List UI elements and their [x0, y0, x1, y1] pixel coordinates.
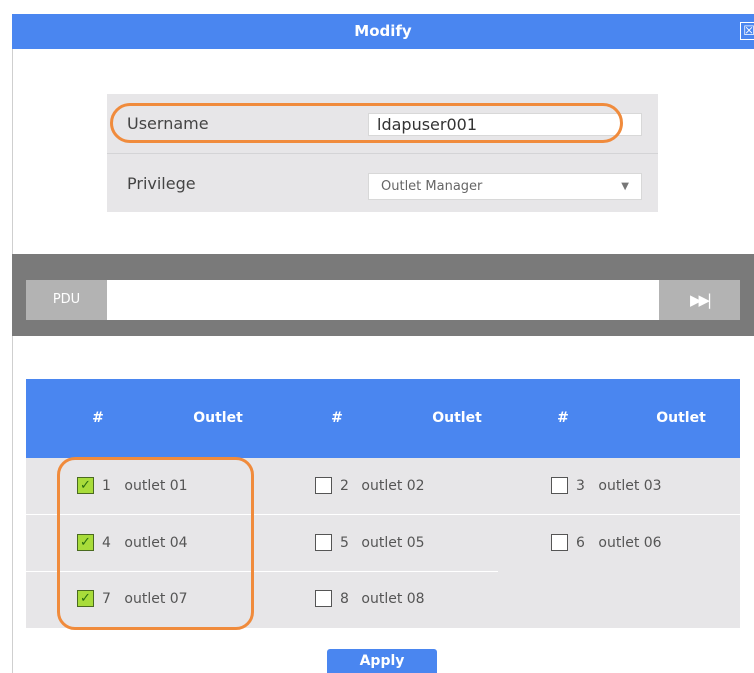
outlet-name-cell: outlet 03 [565, 458, 695, 514]
dialog-left-border [12, 49, 13, 673]
outlet-name-cell: outlet 06 [565, 515, 695, 571]
outlet-name: outlet 02 [361, 478, 425, 494]
dialog-title: Modify [354, 22, 412, 40]
outlet-name: outlet 08 [361, 591, 425, 607]
outlet-name-cell: outlet 02 [328, 458, 458, 514]
privilege-row: Privilege Outlet Manager ▼ [107, 154, 658, 213]
username-highlight-annotation [110, 103, 623, 143]
column-header-number: # [557, 410, 569, 426]
close-icon[interactable]: ☒ [740, 22, 754, 40]
outlet-table-header: # Outlet # Outlet # Outlet [26, 379, 740, 458]
outlet-name: outlet 03 [598, 478, 662, 494]
outlet-name: outlet 05 [361, 534, 425, 551]
outlet-name-cell: outlet 08 [328, 571, 458, 627]
dialog-title-bar: Modify ☒ [12, 14, 754, 49]
outlet-name: outlet 06 [598, 534, 662, 551]
checked-outlets-highlight-annotation [57, 457, 254, 630]
outlet-name-cell: outlet 05 [328, 515, 458, 571]
apply-button[interactable]: Apply [327, 649, 437, 673]
pdu-label: PDU [26, 280, 107, 320]
privilege-label: Privilege [127, 174, 196, 193]
privilege-select[interactable]: Outlet Manager ▼ [368, 173, 642, 200]
skip-forward-icon[interactable]: ▶▶| [659, 280, 740, 320]
pdu-field[interactable] [107, 280, 659, 320]
privilege-selected-value: Outlet Manager [381, 179, 483, 194]
column-header-outlet: Outlet [656, 410, 706, 426]
chevron-down-icon: ▼ [621, 181, 629, 192]
